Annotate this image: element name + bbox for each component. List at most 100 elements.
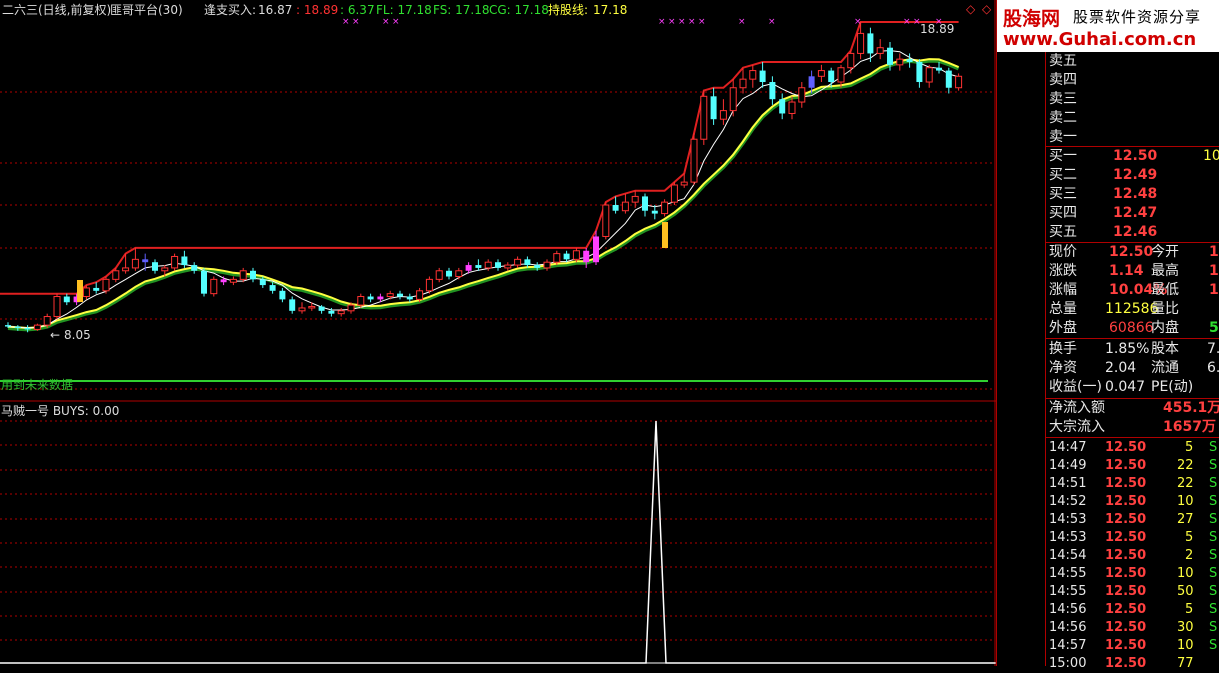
low-annotation-arrow: ← bbox=[50, 328, 61, 342]
candle-body bbox=[729, 87, 737, 112]
quote-label-2: 最高 bbox=[1151, 263, 1179, 279]
quote-label: 总量 bbox=[1049, 301, 1077, 317]
tick-volume: 2 bbox=[1185, 548, 1194, 563]
quote-panel: 股海网 股票软件资源分享 www.Guhai.com.cn 卖五 卖四 卖三 卖二 卖一… bbox=[996, 0, 1219, 671]
signal-x-mark: × bbox=[658, 17, 666, 27]
candle-body bbox=[347, 304, 355, 312]
indicator-label: 马贼一号 BUYS: 0.00 bbox=[1, 404, 120, 418]
tick-volume: 10 bbox=[1177, 638, 1194, 653]
candle-body bbox=[936, 67, 942, 71]
tick-time: 14:54 bbox=[1049, 548, 1087, 563]
candle-body bbox=[152, 262, 158, 271]
quote-label: 现价 bbox=[1049, 244, 1077, 260]
tick-volume: 5 bbox=[1185, 440, 1194, 455]
candle-body bbox=[191, 265, 198, 271]
buy-level-label: 买三 bbox=[1049, 186, 1077, 202]
candle-body bbox=[925, 67, 933, 83]
candle-body bbox=[171, 255, 179, 269]
candle-body bbox=[945, 70, 952, 88]
tick-volume: 30 bbox=[1177, 620, 1194, 635]
signal-x-mark: × bbox=[382, 17, 390, 27]
quote-label: 外盘 bbox=[1049, 320, 1077, 336]
stat-label: 换手 bbox=[1049, 341, 1077, 357]
candle-body bbox=[769, 82, 776, 100]
candle-body bbox=[602, 204, 610, 237]
flow-value: 1657万 bbox=[1163, 419, 1216, 435]
buy-level-price: 12.46 bbox=[1113, 224, 1158, 240]
signal-x-mark: × bbox=[392, 17, 400, 27]
candle-body bbox=[719, 110, 727, 120]
buy-level-label: 买四 bbox=[1049, 205, 1077, 221]
candle-body bbox=[631, 195, 639, 203]
tick-time: 14:56 bbox=[1049, 602, 1087, 617]
candle-body bbox=[367, 296, 374, 300]
tick-price: 12.50 bbox=[1105, 638, 1147, 653]
candle-body bbox=[857, 32, 865, 54]
candle-body bbox=[43, 316, 51, 326]
candle-body bbox=[534, 265, 541, 268]
candle-body bbox=[239, 270, 247, 280]
tick-side: S bbox=[1209, 566, 1218, 581]
candle-body bbox=[514, 258, 522, 266]
tick-price: 12.50 bbox=[1105, 530, 1147, 545]
tick-time: 14:49 bbox=[1049, 458, 1087, 473]
tick-volume: 10 bbox=[1177, 494, 1194, 509]
buy-signal-bar bbox=[77, 280, 83, 302]
tick-time: 14:55 bbox=[1049, 566, 1087, 581]
signal-x-mark: × bbox=[854, 17, 862, 27]
signal-x-mark: × bbox=[668, 17, 676, 27]
candle-body bbox=[955, 75, 963, 89]
quote-value-2: 1 bbox=[1209, 244, 1219, 260]
candle-body bbox=[14, 326, 21, 328]
tick-volume: 22 bbox=[1177, 476, 1194, 491]
quote-value-2: 1 bbox=[1209, 263, 1219, 279]
sell-level-label: 卖四 bbox=[1049, 72, 1077, 88]
candle-body bbox=[161, 267, 169, 272]
sell-level-label: 卖三 bbox=[1049, 91, 1077, 107]
candle-body bbox=[779, 99, 786, 114]
candle-body bbox=[5, 325, 11, 327]
candle-body bbox=[416, 290, 424, 300]
flow-label: 大宗流入 bbox=[1049, 419, 1105, 435]
candle-body bbox=[593, 236, 599, 263]
tick-time: 14:55 bbox=[1049, 584, 1087, 599]
flow-value: 455.1万 bbox=[1163, 400, 1219, 416]
green-band bbox=[7, 58, 960, 332]
tick-price: 12.50 bbox=[1105, 584, 1147, 599]
quote-label-2: 今开 bbox=[1151, 244, 1179, 260]
high-annotation: 18.89 bbox=[920, 22, 955, 36]
buy-level-label: 买五 bbox=[1049, 224, 1077, 240]
quote-label-2: 内盘 bbox=[1151, 320, 1179, 336]
candle-body bbox=[651, 210, 658, 214]
stat-label-2: PE(动) bbox=[1151, 379, 1194, 395]
tick-volume: 10 bbox=[1177, 566, 1194, 581]
tick-volume: 77 bbox=[1177, 656, 1194, 671]
candle-body bbox=[700, 95, 708, 140]
candle-body bbox=[33, 324, 41, 330]
tick-time: 15:00 bbox=[1049, 656, 1087, 671]
candle-body bbox=[583, 250, 590, 263]
candle-body bbox=[808, 76, 815, 88]
quote-label: 涨跌 bbox=[1049, 263, 1077, 279]
tick-price: 12.50 bbox=[1105, 440, 1147, 455]
candle-body bbox=[201, 270, 207, 294]
candle-body bbox=[308, 306, 316, 309]
candle-body bbox=[739, 78, 747, 89]
flow-label: 净流入额 bbox=[1049, 400, 1105, 416]
candle-body bbox=[229, 278, 237, 283]
tick-price: 12.50 bbox=[1105, 458, 1147, 473]
chart-area[interactable]: 二六三(日线,前复权) 匪哥平台(30) 逢支买入: 16.87 : 18.89… bbox=[0, 0, 1044, 666]
candle-body bbox=[142, 259, 149, 263]
candle-body bbox=[817, 70, 825, 77]
site-logo[interactable]: 股海网 股票软件资源分享 www.Guhai.com.cn bbox=[997, 0, 1219, 52]
ma-yellow-line bbox=[7, 58, 959, 330]
candle-body bbox=[386, 293, 394, 298]
tick-price: 12.50 bbox=[1105, 566, 1147, 581]
quote-value-2: 5 bbox=[1209, 320, 1219, 336]
tick-price: 12.50 bbox=[1105, 656, 1147, 671]
signal-x-mark: × bbox=[903, 17, 911, 27]
tick-side: S bbox=[1209, 548, 1218, 563]
tick-time: 14:51 bbox=[1049, 476, 1087, 491]
candle-body bbox=[328, 310, 335, 314]
signal-x-mark: × bbox=[342, 17, 350, 27]
